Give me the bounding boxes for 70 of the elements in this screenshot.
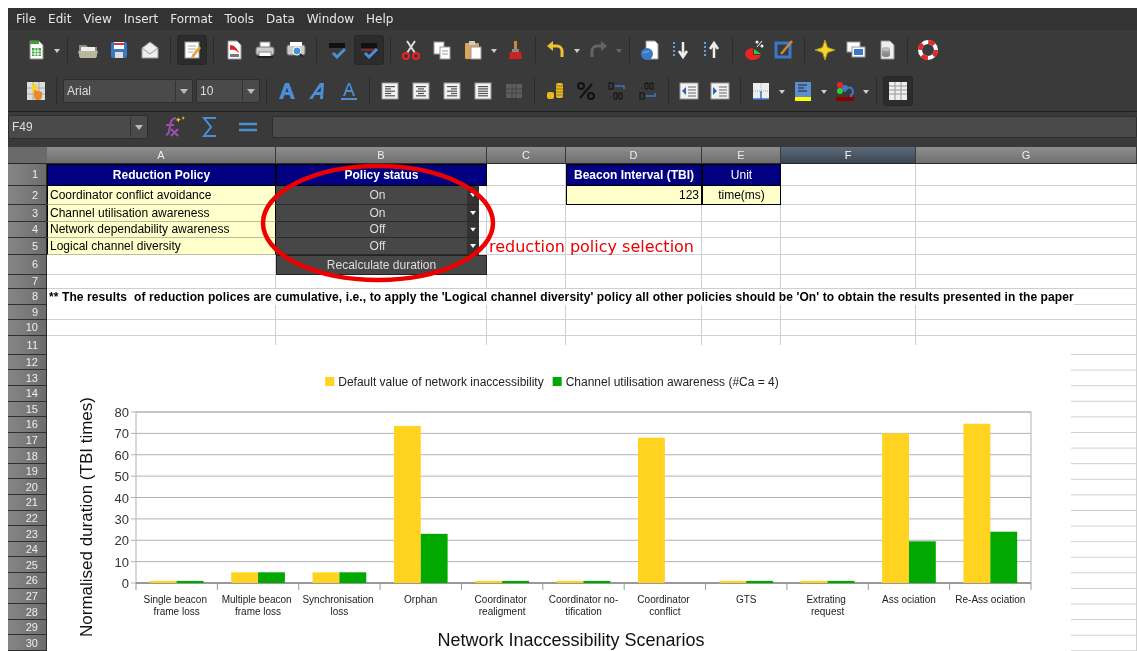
menu-item[interactable]: File (10, 11, 43, 26)
axis-tick-label: 0 (121, 575, 129, 591)
axis-tick-label: 30 (114, 511, 129, 527)
column-header[interactable]: C (487, 146, 566, 164)
axis-title: Normalised duration (TBI times) (77, 396, 96, 637)
row-header[interactable]: 30 (8, 635, 47, 651)
column-header[interactable]: E (702, 146, 781, 164)
row-header[interactable]: 28 (8, 604, 47, 620)
row-header[interactable]: 16 (8, 417, 47, 433)
axis-title: Network Inaccessibility Scenarios (437, 629, 705, 650)
menu-item[interactable]: Insert (117, 11, 165, 26)
formula-input-field[interactable] (272, 115, 1137, 138)
axis-category-label: Coordinator conflict (637, 593, 690, 617)
legend-label: Channel utilisation awareness (#Ca = 4) (565, 374, 779, 389)
menu-item[interactable]: Tools (218, 11, 261, 26)
column-header[interactable]: G (916, 146, 1137, 164)
bar (312, 572, 340, 583)
axis-category-label: Extrating request (806, 593, 846, 617)
axis-category-label: Coordinator realigment (474, 593, 527, 617)
axis-tick-label: 50 (114, 468, 129, 484)
row-header[interactable]: 13 (8, 370, 47, 386)
axis-tick-label: 10 (114, 554, 129, 570)
row-header[interactable]: 26 (8, 573, 47, 589)
font-name-field[interactable]: Arial (63, 78, 193, 103)
bar (339, 572, 367, 583)
row-header[interactable]: 6 (8, 254, 47, 275)
axis-tick-label: 70 (114, 426, 129, 442)
axis-category-label: Multiple beacon frame loss (221, 593, 292, 617)
axis-category-label: Coordinator no-tification (548, 593, 619, 617)
menu-item[interactable]: Format (164, 11, 219, 26)
annotation-text: reduction policy selection (489, 236, 694, 256)
row-header[interactable]: 25 (8, 557, 47, 574)
legend-swatch (552, 376, 562, 386)
menu-item[interactable]: Window (300, 11, 361, 26)
axis-category-label: GTS (735, 593, 757, 605)
legend-label: Default value of network inaccessibility (338, 374, 544, 389)
pencil-document-icon[interactable] (177, 35, 207, 66)
menu-item[interactable]: Data (260, 11, 301, 26)
menu-item[interactable]: Help (360, 11, 400, 26)
row-header[interactable]: 20 (8, 479, 47, 496)
column-header[interactable]: B (276, 146, 487, 164)
column-header[interactable]: D (566, 146, 702, 164)
select-all-corner[interactable] (8, 146, 47, 164)
axis-tick-label: 80 (114, 404, 129, 420)
font-size-field[interactable]: 10 (196, 78, 260, 103)
axis-tick-label: 20 (114, 532, 129, 548)
axis-category-label: Orphan (404, 593, 438, 605)
autospellcheck-icon[interactable] (354, 35, 384, 66)
table-header-cell: Unit (702, 163, 781, 186)
table-header-cell: Reduction Policy (47, 163, 276, 186)
legend-swatch (325, 376, 335, 386)
axis-category-label: Single beacon frame loss (143, 593, 207, 617)
axis-category-label: Synchronisation loss (302, 593, 374, 617)
table-header-cell: Beacon Interval (TBI) (566, 163, 702, 186)
row-header[interactable]: 23 (8, 526, 47, 542)
column-header[interactable]: A (47, 146, 276, 164)
grid-icon[interactable] (883, 75, 913, 106)
bar (231, 572, 259, 583)
axis-tick-label: 60 (114, 447, 129, 463)
menu-item[interactable]: View (77, 11, 118, 26)
row-header[interactable]: 18 (8, 448, 47, 464)
axis-category-label: Re-Ass ociation (955, 593, 1026, 605)
row-header[interactable]: 1 (8, 163, 47, 186)
cell-reference-field[interactable]: F49 (8, 114, 148, 139)
row-header[interactable]: 21 (8, 495, 47, 511)
menu-item[interactable]: Edit (42, 11, 78, 26)
column-header[interactable]: F (781, 146, 916, 164)
axis-tick-label: 40 (114, 490, 129, 506)
axis-category-label: Ass ociation (882, 593, 936, 605)
bar (258, 572, 285, 583)
